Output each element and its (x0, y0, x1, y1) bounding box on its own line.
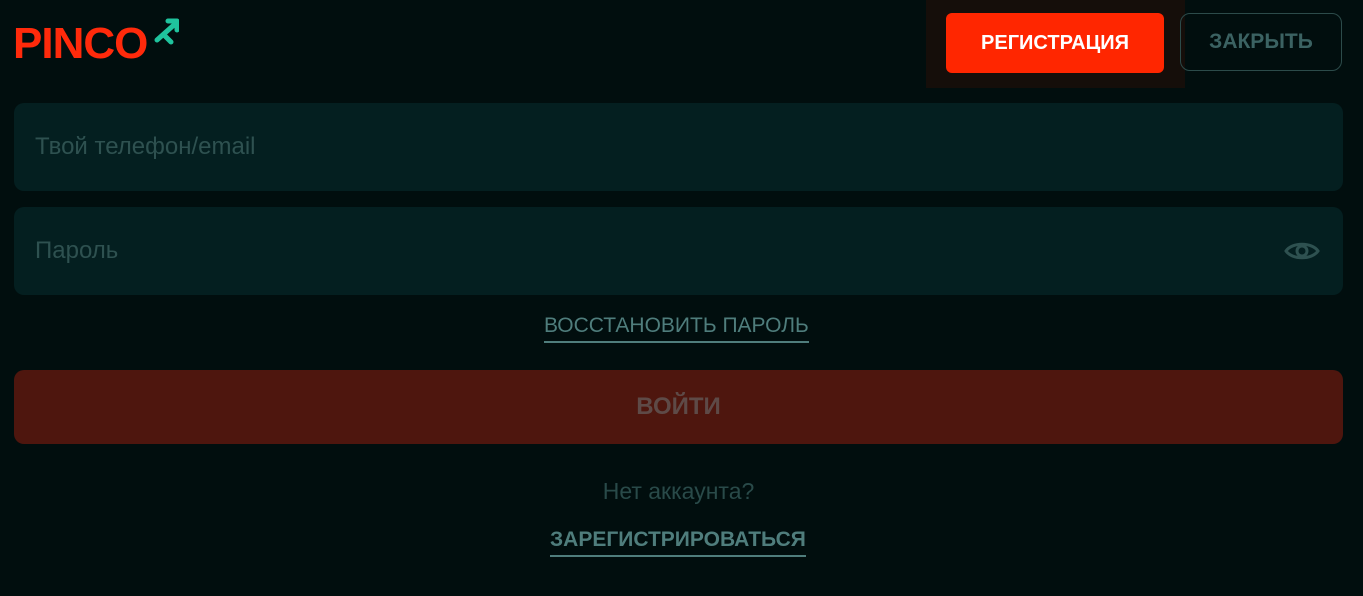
recover-password-link[interactable]: ВОССТАНОВИТЬ ПАРОЛЬ (544, 314, 809, 343)
signup-link[interactable]: ЗАРЕГИСТРИРОВАТЬСЯ (550, 528, 806, 557)
password-input[interactable] (33, 236, 1284, 266)
target-arrow-icon (154, 18, 179, 45)
register-button[interactable]: РЕГИСТРАЦИЯ (946, 13, 1164, 73)
password-field[interactable] (14, 207, 1343, 295)
login-modal: PINCO РЕГИСТРАЦИЯ ЗАКРЫТЬ ВОССТАНОВИТЬ П… (0, 0, 1363, 596)
logo-text: PINCO (13, 19, 148, 68)
no-account-text: Нет аккаунта? (602, 478, 755, 504)
login-button[interactable]: ВОЙТИ (14, 370, 1343, 444)
login-field[interactable] (14, 103, 1343, 191)
brand-logo[interactable]: PINCO (13, 18, 179, 70)
eye-icon[interactable] (1284, 239, 1320, 263)
close-button[interactable]: ЗАКРЫТЬ (1180, 13, 1342, 71)
login-input[interactable] (33, 132, 1324, 162)
